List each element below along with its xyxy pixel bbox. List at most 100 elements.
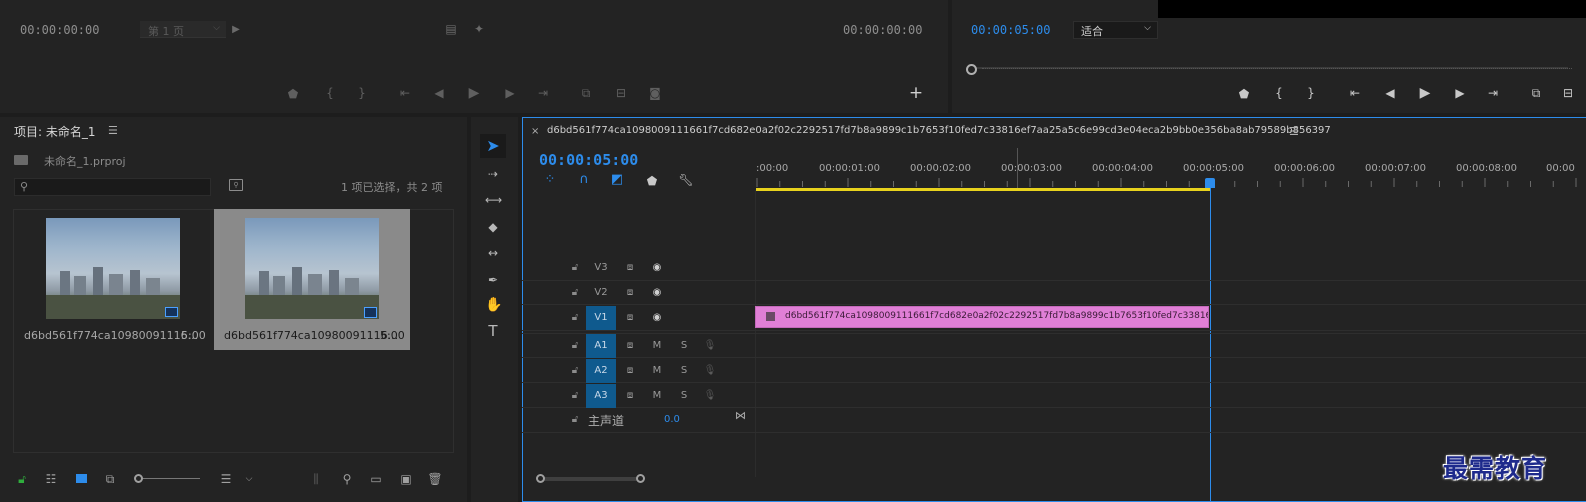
- page-select[interactable]: 第 1 页 ⌵: [140, 21, 226, 38]
- step-forward-icon[interactable]: ▶: [1452, 86, 1468, 100]
- nest-icon[interactable]: ⁘: [542, 173, 558, 187]
- solo-button[interactable]: S: [677, 365, 691, 376]
- timeline-scrollbar[interactable]: [536, 474, 1586, 484]
- eye-icon[interactable]: ◉: [650, 262, 664, 273]
- solo-button[interactable]: S: [677, 390, 691, 401]
- mark-in-icon[interactable]: {: [322, 86, 338, 100]
- search-input[interactable]: ⚲: [14, 178, 211, 196]
- mark-in-icon[interactable]: {: [1271, 86, 1287, 100]
- go-to-out-icon[interactable]: ⇥: [535, 86, 551, 100]
- new-search-bin-icon[interactable]: ⚲: [229, 179, 243, 191]
- extract-icon[interactable]: ⊟: [1560, 86, 1576, 100]
- master-volume-value[interactable]: 0.0: [664, 414, 680, 425]
- new-item-icon[interactable]: ▣: [398, 472, 414, 486]
- freeform-view-icon[interactable]: ⧉: [102, 472, 118, 486]
- track-label-a3[interactable]: A3: [586, 384, 616, 408]
- marker-icon[interactable]: ⬟: [285, 87, 301, 101]
- camera-icon[interactable]: ◙: [647, 86, 663, 100]
- slip-tool-icon[interactable]: ↔: [485, 246, 501, 260]
- lock-icon[interactable]: 🔓︎: [568, 414, 582, 425]
- insert-clip-icon[interactable]: ⧉: [578, 86, 594, 100]
- export-frame-small-icon[interactable]: ▤: [443, 22, 459, 36]
- snap-icon[interactable]: ∩: [576, 173, 592, 187]
- insert-icon[interactable]: ✦: [471, 22, 487, 36]
- step-back-icon[interactable]: ◀: [1382, 86, 1398, 100]
- panel-menu-icon[interactable]: ☰: [108, 124, 118, 137]
- play-icon[interactable]: ▶: [466, 86, 482, 100]
- go-to-in-icon[interactable]: ⇤: [1347, 86, 1363, 100]
- source-timecode-right[interactable]: 00:00:00:00: [843, 23, 922, 37]
- work-area-bar[interactable]: [756, 188, 1210, 191]
- mark-out-icon[interactable]: }: [1303, 86, 1319, 100]
- play-small-icon[interactable]: ▶: [228, 23, 244, 37]
- microphone-icon[interactable]: 🎙︎: [703, 390, 717, 401]
- list-view-icon[interactable]: ☷: [43, 472, 59, 486]
- type-tool-icon[interactable]: T: [485, 324, 501, 339]
- go-to-end-icon[interactable]: ⋈: [735, 409, 746, 422]
- track-label-a1[interactable]: A1: [586, 334, 616, 358]
- new-bin-icon[interactable]: ▭: [368, 472, 384, 486]
- go-to-in-icon[interactable]: ⇤: [397, 86, 413, 100]
- close-icon[interactable]: ×: [531, 126, 539, 137]
- toggle-sync-lock-icon[interactable]: ⧈: [623, 365, 637, 376]
- lock-icon[interactable]: 🔓︎: [14, 472, 30, 486]
- ripple-edit-tool-icon[interactable]: ⟷: [485, 193, 502, 207]
- playhead-handle[interactable]: [966, 64, 977, 75]
- add-button-icon[interactable]: +: [908, 85, 924, 102]
- wrench-icon[interactable]: 🔧︎: [678, 173, 694, 187]
- zoom-slider-handle[interactable]: [134, 474, 143, 483]
- lock-icon[interactable]: 🔓︎: [568, 262, 582, 273]
- go-to-out-icon[interactable]: ⇥: [1485, 86, 1501, 100]
- linked-selection-icon[interactable]: ◩: [609, 173, 625, 187]
- mute-button[interactable]: M: [650, 340, 664, 351]
- track-label-a2[interactable]: A2: [586, 359, 616, 383]
- scroll-handle-right[interactable]: [636, 474, 645, 483]
- microphone-icon[interactable]: 🎙︎: [703, 365, 717, 376]
- lock-icon[interactable]: 🔓︎: [568, 365, 582, 376]
- panel-menu-icon[interactable]: ☰: [1289, 125, 1299, 138]
- search-icon[interactable]: ⚲: [339, 472, 355, 486]
- toggle-sync-lock-icon[interactable]: ⧈: [623, 340, 637, 351]
- lock-icon[interactable]: 🔓︎: [568, 287, 582, 298]
- track-select-tool-icon[interactable]: ⇢: [485, 167, 501, 181]
- program-scrub-bar[interactable]: [972, 62, 1572, 74]
- pen-tool-icon[interactable]: ✒: [485, 273, 501, 287]
- project-item[interactable]: d6bd561f774ca10980091116... 5:00: [214, 209, 410, 350]
- chevron-down-icon[interactable]: ⌵: [241, 472, 257, 486]
- selection-tool-button[interactable]: ➤: [480, 134, 506, 158]
- toggle-sync-lock-icon[interactable]: ⧈: [623, 390, 637, 401]
- lock-icon[interactable]: 🔓︎: [568, 340, 582, 351]
- solo-button[interactable]: S: [677, 340, 691, 351]
- project-item[interactable]: d6bd561f774ca10980091116... 5:00: [16, 211, 214, 349]
- microphone-icon[interactable]: 🎙︎: [703, 340, 717, 351]
- step-forward-icon[interactable]: ▶: [502, 86, 518, 100]
- video-clip[interactable]: d6bd561f774ca1098009111661f7cd682e0a2f02…: [755, 306, 1209, 328]
- sort-icon[interactable]: ☰: [218, 472, 234, 486]
- toggle-sync-lock-icon[interactable]: ⧈: [623, 287, 637, 298]
- mute-button[interactable]: M: [650, 365, 664, 376]
- fit-select[interactable]: 适合 ⌵: [1073, 21, 1158, 39]
- project-title[interactable]: 项目: 未命名_1: [14, 123, 96, 140]
- track-label-v1[interactable]: V1: [586, 306, 616, 330]
- overwrite-clip-icon[interactable]: ⊟: [613, 86, 629, 100]
- timeline-timecode[interactable]: 00:00:05:00: [539, 151, 638, 169]
- lock-icon[interactable]: 🔓︎: [568, 390, 582, 401]
- add-marker-icon[interactable]: ⬟: [644, 174, 660, 188]
- source-timecode-left[interactable]: 00:00:00:00: [20, 23, 99, 37]
- marker-icon[interactable]: ⬟: [1236, 87, 1252, 101]
- lift-icon[interactable]: ⧉: [1528, 86, 1544, 100]
- program-timecode[interactable]: 00:00:05:00: [971, 23, 1050, 37]
- sequence-tab-title[interactable]: d6bd561f774ca1098009111661f7cd682e0a2f02…: [547, 125, 1331, 136]
- zoom-slider[interactable]: [134, 474, 200, 484]
- toggle-sync-lock-icon[interactable]: ⧈: [623, 262, 637, 273]
- eye-icon[interactable]: ◉: [650, 312, 664, 323]
- razor-tool-icon[interactable]: ◆: [485, 220, 501, 234]
- mark-out-icon[interactable]: }: [354, 86, 370, 100]
- scroll-handle-left[interactable]: [536, 474, 545, 483]
- icon-view-icon[interactable]: [76, 474, 87, 483]
- automate-to-sequence-icon[interactable]: ⫼: [308, 472, 324, 486]
- mute-button[interactable]: M: [650, 390, 664, 401]
- step-back-icon[interactable]: ◀: [431, 86, 447, 100]
- trash-icon[interactable]: 🗑︎: [427, 472, 443, 486]
- track-label-v3[interactable]: V3: [586, 262, 616, 276]
